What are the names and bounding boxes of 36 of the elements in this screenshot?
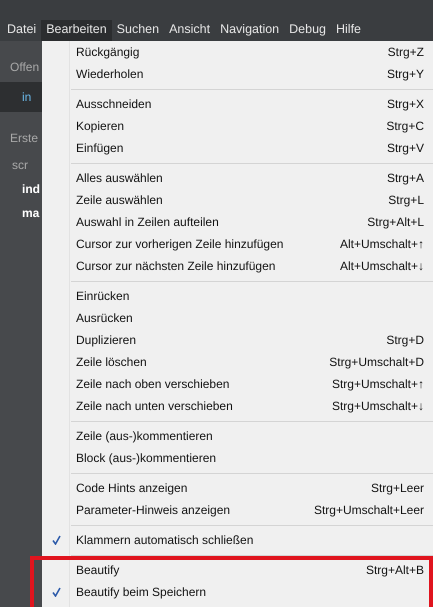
menu-item[interactable]: Alles auswählen Strg+A — [42, 167, 433, 189]
menu-item[interactable]: Einrücken — [42, 285, 433, 307]
menu-bar-item[interactable]: Bearbeiten — [41, 20, 112, 41]
sidebar-heading: Offen — [9, 59, 40, 76]
menu-item[interactable]: Zeile auswählen Strg+L — [42, 189, 433, 211]
menu-item[interactable]: Ausrücken — [42, 307, 433, 329]
menu-item[interactable]: Cursor zur nächsten Zeile hinzufügen Alt+Umschalt+↓ — [42, 255, 433, 277]
menu-item[interactable]: Wiederholen Strg+Y — [42, 63, 433, 85]
menu-bar-item[interactable]: Ansicht — [164, 20, 216, 41]
menu-item[interactable]: Kopieren Strg+C — [42, 115, 433, 137]
menu-bar-item[interactable]: Hilfe — [330, 20, 366, 41]
menu-item[interactable]: Block (aus-)kommentieren — [42, 447, 433, 469]
menu-item[interactable]: Zeile nach oben verschieben Strg+Umschalt+↑ — [42, 373, 433, 395]
menu-item[interactable]: Code Hints anzeigen Strg+Leer — [42, 477, 433, 499]
menu-item[interactable]: Duplizieren Strg+D — [42, 329, 433, 351]
menu-item[interactable]: Zeile (aus-)kommentieren — [42, 425, 433, 447]
menu-item[interactable]: Auswahl in Zeilen aufteilen Strg+Alt+L — [42, 211, 433, 233]
menu-item[interactable]: Parameter-Hinweis anzeigen Strg+Umschalt+Leer — [42, 499, 433, 521]
menu-bar-item[interactable]: Debug — [284, 20, 331, 41]
menu-item[interactable]: Rückgängig Strg+Z — [42, 41, 433, 63]
menu-item[interactable]: Zeile löschen Strg+Umschalt+D — [42, 351, 433, 373]
menu-bar-item[interactable]: Suchen — [112, 20, 164, 41]
folder-item[interactable]: scr — [0, 153, 42, 177]
file-item[interactable]: in — [0, 82, 42, 112]
file-item[interactable]: ma — [0, 201, 42, 225]
file-item[interactable]: ind — [0, 177, 42, 201]
menu-item[interactable]: Einfügen Strg+V — [42, 137, 433, 159]
menu-item[interactable]: Cursor zur vorherigen Zeile hinzufügen Alt+Umschalt+↑ — [42, 233, 433, 255]
menu-bar-item[interactable]: Datei — [2, 20, 42, 41]
menu-item[interactable]: Zeile nach unten verschieben Strg+Umschalt+↓ — [42, 395, 433, 417]
menu-bar-item[interactable]: Navigation — [215, 20, 284, 41]
sidebar-heading: Erste — [9, 130, 40, 147]
menu-item[interactable]: Beautify beim Speichern — [42, 581, 433, 603]
menu-item[interactable]: Beautify Strg+Alt+B — [42, 559, 433, 581]
menu-item[interactable]: Ausschneiden Strg+X — [42, 93, 433, 115]
menu-item[interactable]: Klammern automatisch schließen — [42, 529, 433, 551]
